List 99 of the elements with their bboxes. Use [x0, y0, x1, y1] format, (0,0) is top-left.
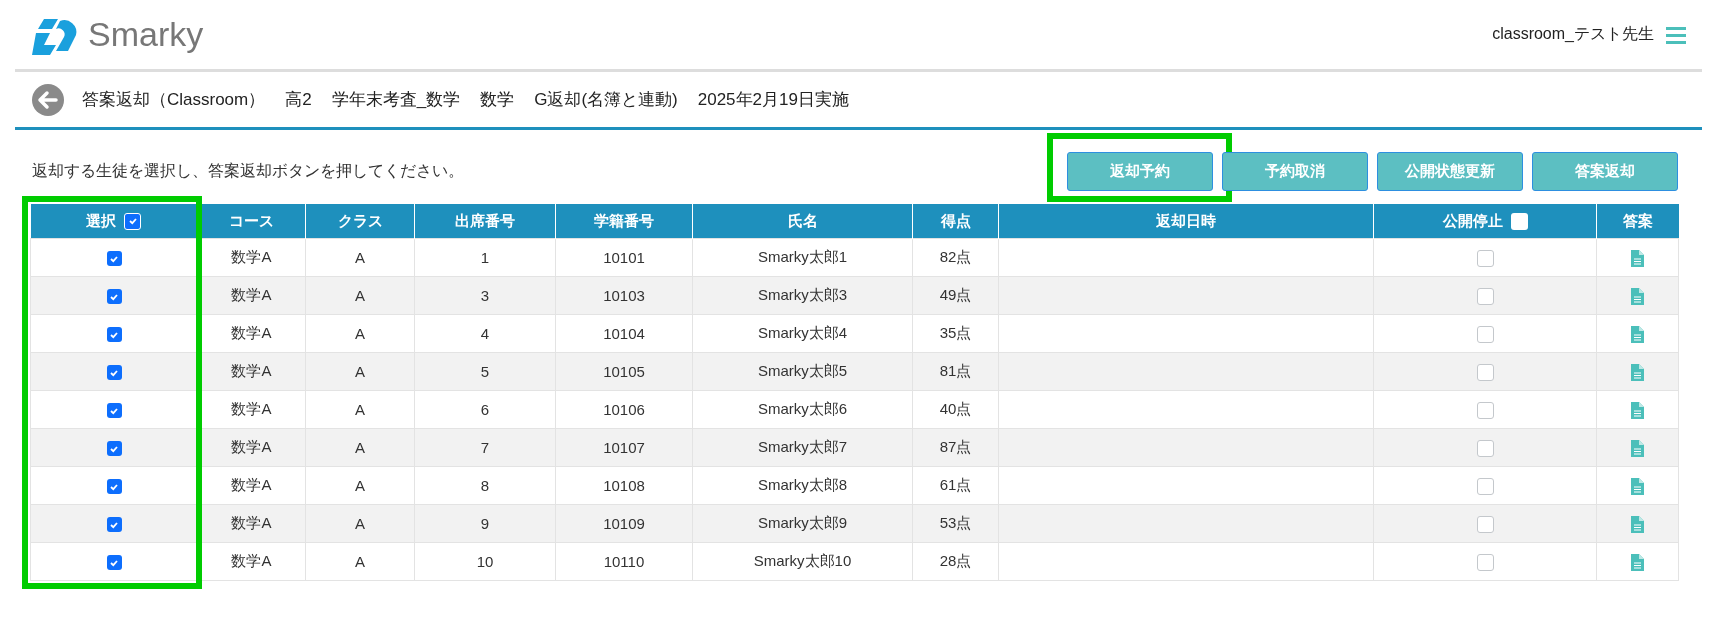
row-checkbox[interactable] [106, 289, 122, 305]
menu-icon[interactable] [1666, 25, 1686, 44]
table-cell: 28点 [912, 542, 999, 581]
table-cell: 1 [414, 238, 556, 277]
breadcrumb-text: 答案返却（Classroom） [82, 89, 266, 111]
select-all-checkbox[interactable] [1510, 212, 1528, 230]
table-cell: 10108 [555, 466, 693, 505]
publish-stop-checkbox[interactable] [1476, 515, 1494, 533]
instruction-text: 返却する生徒を選択し、答案返却ボタンを押してください。 [32, 161, 464, 181]
action-button[interactable]: 公開状態更新 [1377, 152, 1523, 191]
table-cell: 10104 [555, 314, 693, 353]
table-cell: A [305, 466, 415, 505]
table-cell: 4 [414, 314, 556, 353]
row-checkbox[interactable] [106, 365, 122, 381]
table-cell: A [305, 352, 415, 391]
document-icon[interactable] [1631, 515, 1644, 533]
action-button[interactable]: 答案返却 [1532, 152, 1678, 191]
table-cell: A [305, 390, 415, 429]
table-cell: 10101 [555, 238, 693, 277]
table-cell: 53点 [912, 504, 999, 543]
document-icon[interactable] [1631, 363, 1644, 381]
table-cell: A [305, 504, 415, 543]
table-cell: 40点 [912, 390, 999, 429]
table-cell: 61点 [912, 466, 999, 505]
column-header-text: 氏名 [787, 211, 818, 231]
document-icon[interactable] [1631, 249, 1644, 267]
action-button[interactable]: 予約取消 [1222, 152, 1368, 191]
table-cell: Smarky太郎3 [692, 276, 913, 315]
publish-stop-checkbox[interactable] [1476, 439, 1494, 457]
row-checkbox[interactable] [106, 251, 122, 267]
table-cell: Smarky太郎7 [692, 428, 913, 467]
row-checkbox[interactable] [106, 555, 122, 571]
column-header-text: 返却日時 [1156, 211, 1216, 231]
action-button[interactable]: 返却予約 [1067, 152, 1213, 191]
table-cell: 10110 [555, 542, 693, 581]
table-cell: 87点 [912, 428, 999, 467]
table-cell: Smarky太郎1 [692, 238, 913, 277]
table-cell: A [305, 314, 415, 353]
check-icon [127, 216, 138, 226]
table-cell: Smarky太郎10 [692, 542, 913, 581]
row-checkbox[interactable] [106, 327, 122, 343]
publish-stop-checkbox[interactable] [1476, 249, 1494, 267]
column-header-text: クラス [337, 211, 383, 231]
row-checkbox[interactable] [106, 403, 122, 419]
column-header-text: 出席番号 [455, 211, 515, 231]
breadcrumb-text: 数学 [480, 89, 515, 111]
logo-text: Smarky [88, 15, 204, 54]
breadcrumb-text: G返却(名簿と連動) [534, 89, 678, 111]
table-cell: Smarky太郎6 [692, 390, 913, 429]
user-name: classroom_テスト先生 [1492, 24, 1654, 44]
column-header-text: コース [229, 211, 274, 231]
publish-stop-checkbox[interactable] [1476, 401, 1494, 419]
document-icon[interactable] [1631, 439, 1644, 457]
table-cell: 9 [414, 504, 556, 543]
table-cell: A [305, 428, 415, 467]
publish-stop-checkbox[interactable] [1476, 477, 1494, 495]
column-header-text: 得点 [940, 211, 971, 231]
document-icon[interactable] [1631, 401, 1644, 419]
table-cell: 10105 [555, 352, 693, 391]
table-cell: 6 [414, 390, 556, 429]
table-cell: 49点 [912, 276, 999, 315]
select-all-checkbox[interactable] [124, 212, 142, 230]
table-cell: 10107 [555, 428, 693, 467]
document-icon[interactable] [1631, 477, 1644, 495]
column-header-text: 学籍番号 [594, 211, 654, 231]
table-cell: 10 [414, 542, 556, 581]
breadcrumb-text: 2025年2月19日実施 [697, 89, 849, 111]
publish-stop-checkbox[interactable] [1476, 553, 1494, 571]
table-cell: 10109 [555, 504, 693, 543]
table-cell: 3 [414, 276, 556, 315]
table-cell: 10106 [555, 390, 693, 429]
column-header-text: 公開停止 [1442, 211, 1503, 231]
column-header-text: 選択 [86, 211, 117, 231]
table-cell: A [305, 276, 415, 315]
publish-stop-checkbox[interactable] [1476, 325, 1494, 343]
row-checkbox[interactable] [106, 517, 122, 533]
breadcrumb-text: 学年末考査_数学 [331, 89, 461, 111]
publish-stop-checkbox[interactable] [1476, 287, 1494, 305]
table-cell: Smarky太郎5 [692, 352, 913, 391]
table-cell: 5 [414, 352, 556, 391]
table-cell: A [305, 238, 415, 277]
row-checkbox[interactable] [106, 441, 122, 457]
table-cell: 7 [414, 428, 556, 467]
document-icon[interactable] [1631, 287, 1644, 305]
table-cell: 8 [414, 466, 556, 505]
table-cell: 82点 [912, 238, 999, 277]
table-cell: 35点 [912, 314, 999, 353]
row-checkbox[interactable] [106, 479, 122, 495]
table-cell: Smarky太郎4 [692, 314, 913, 353]
table-cell: 10103 [555, 276, 693, 315]
table-cell: Smarky太郎8 [692, 466, 913, 505]
breadcrumb-text: 高2 [285, 89, 312, 111]
table-cell: A [305, 542, 415, 581]
column-header-text: 答案 [1622, 211, 1653, 231]
publish-stop-checkbox[interactable] [1476, 363, 1494, 381]
document-icon[interactable] [1631, 325, 1644, 343]
table-cell: 81点 [912, 352, 999, 391]
table-cell: Smarky太郎9 [692, 504, 913, 543]
document-icon[interactable] [1631, 553, 1644, 571]
